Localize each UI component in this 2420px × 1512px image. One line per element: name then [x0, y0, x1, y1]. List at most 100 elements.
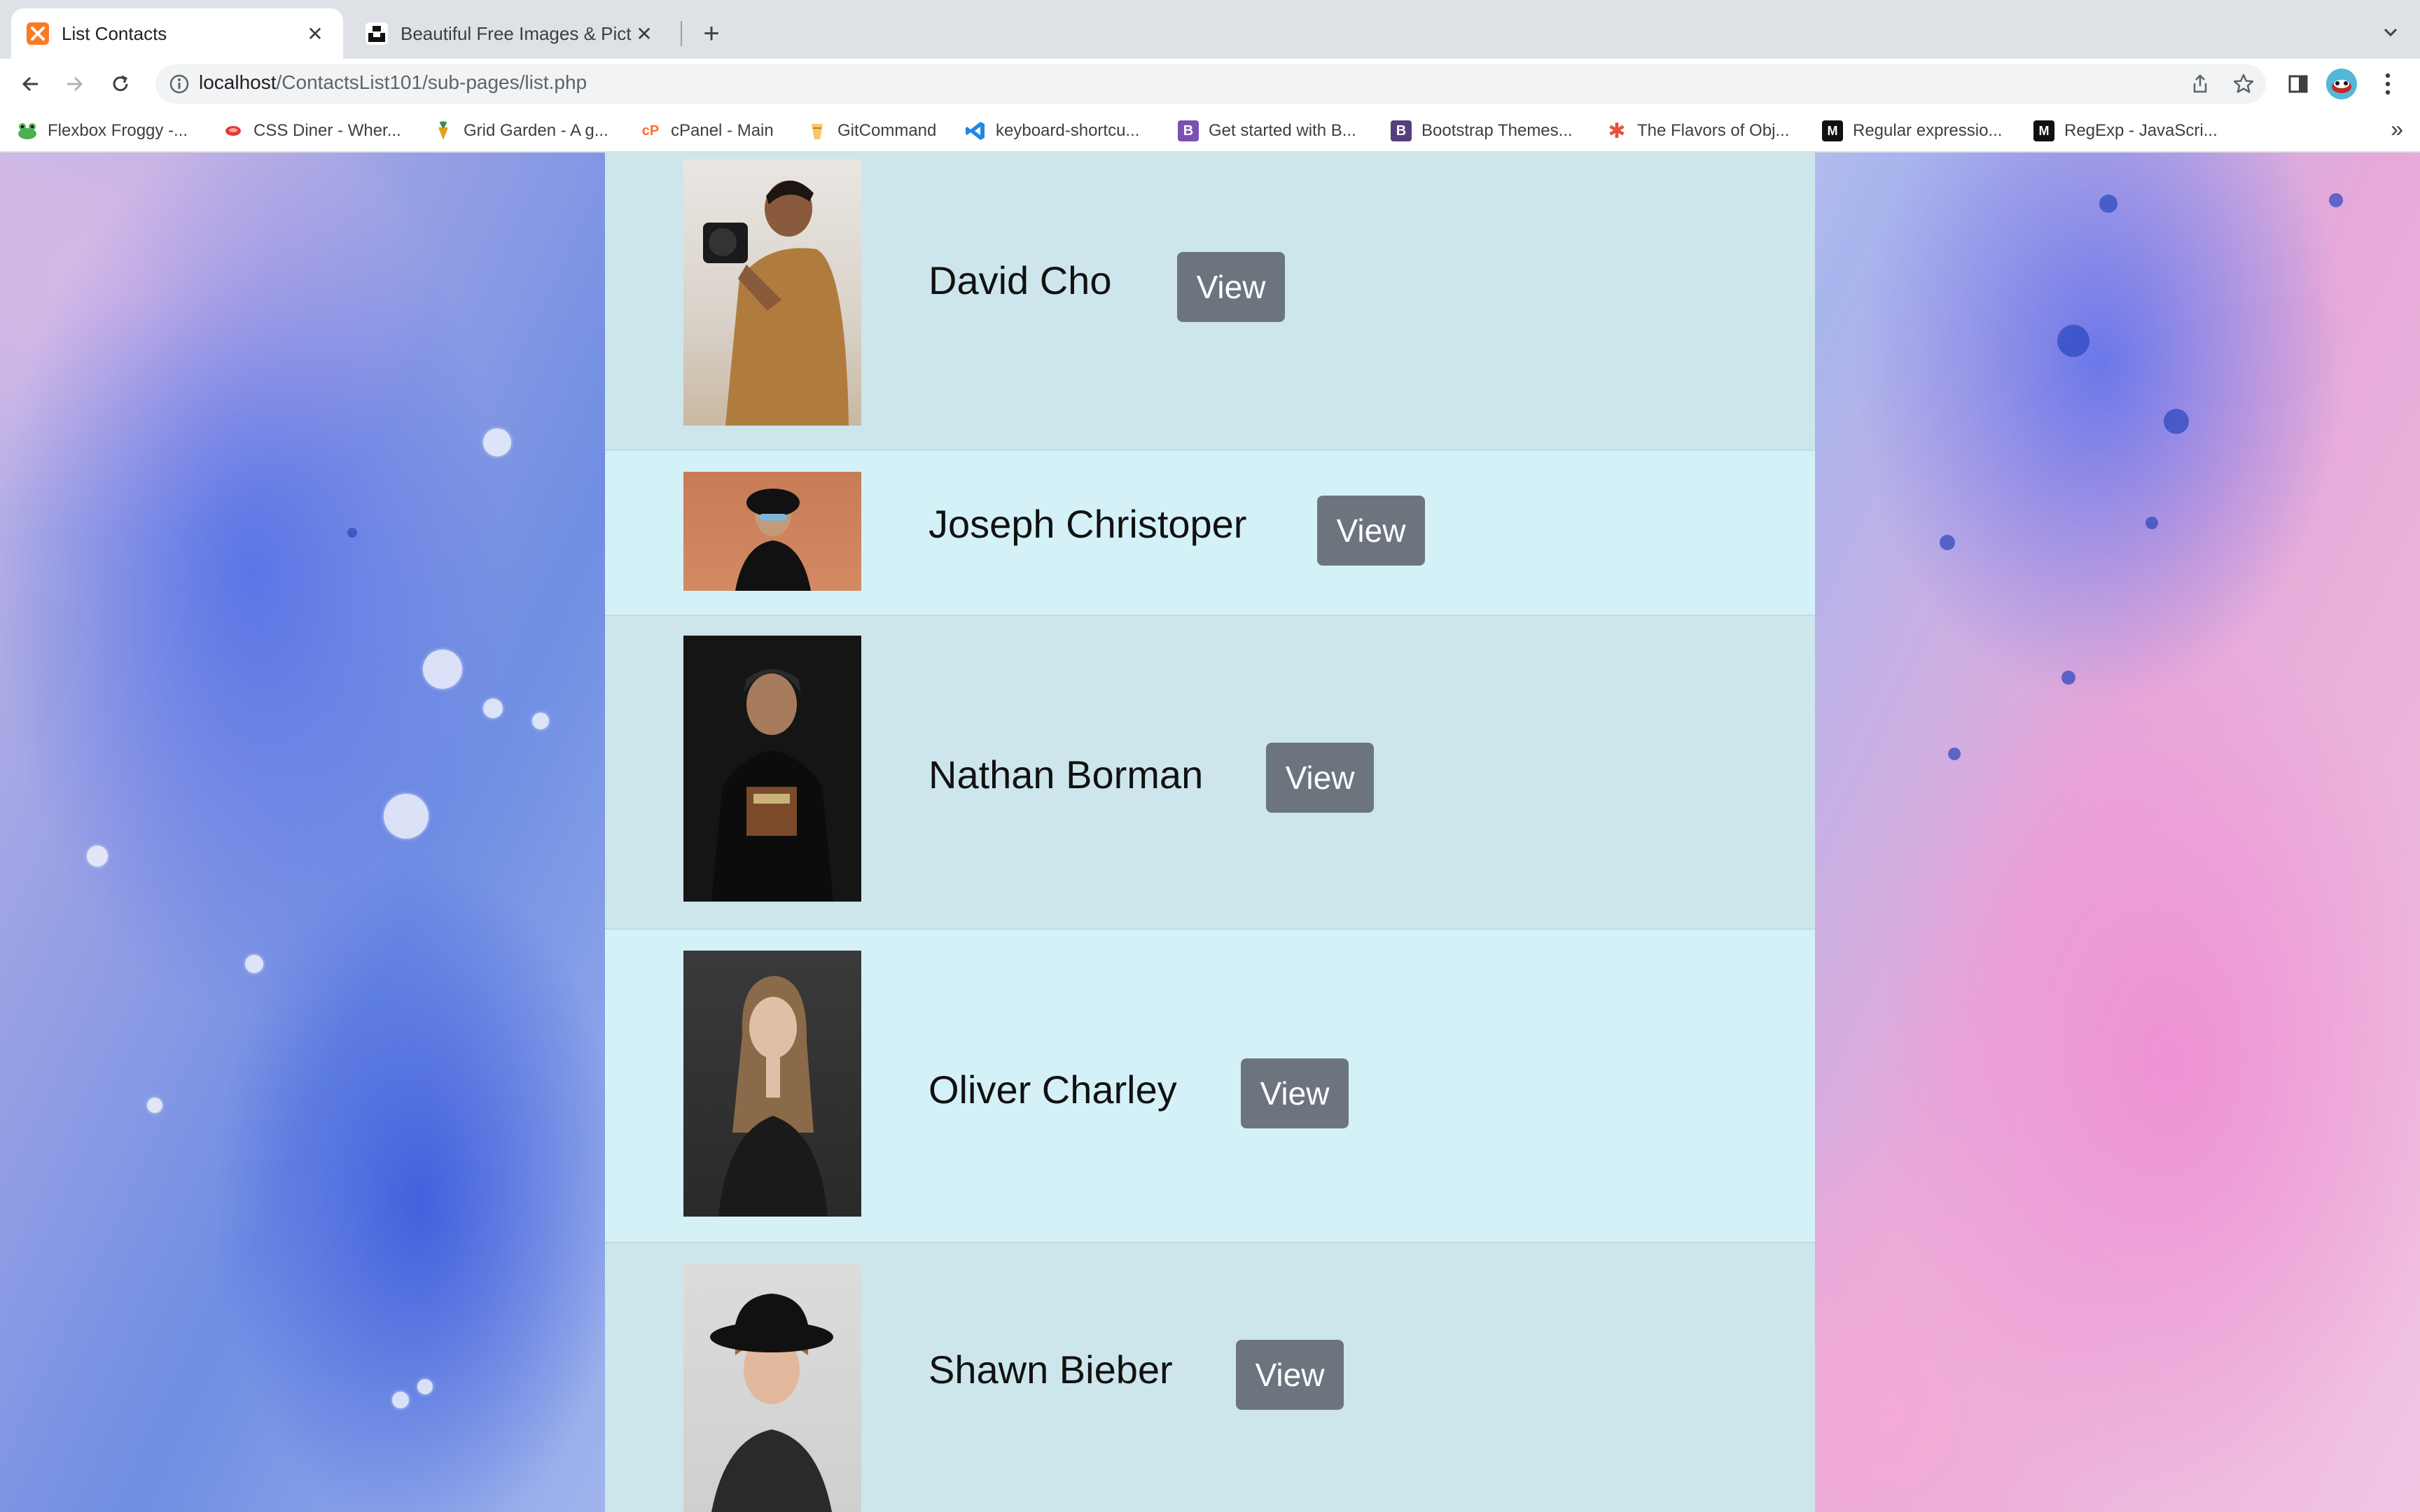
- bookmarks-overflow-button[interactable]: »: [2391, 116, 2403, 142]
- url-path: /ContactsList101/sub-pages/list.php: [276, 71, 587, 93]
- bubble-decoration: [2146, 517, 2158, 529]
- browser-toolbar: localhost/ContactsList101/sub-pages/list…: [0, 59, 2420, 109]
- bootstrap-icon: B: [1178, 120, 1199, 141]
- close-icon[interactable]: ✕: [302, 21, 328, 46]
- bubble-decoration: [147, 1098, 162, 1113]
- bookmark-regexp-javascript[interactable]: M RegExp - JavaScri...: [2033, 119, 2218, 143]
- view-contact-button[interactable]: View: [1317, 496, 1425, 566]
- more-vert-icon[interactable]: [2371, 67, 2405, 101]
- bookmark-label: Get started with B...: [1209, 121, 1356, 140]
- bookmark-label: The Flavors of Obj...: [1637, 121, 1790, 140]
- bubble-decoration: [2099, 195, 2118, 213]
- tab-title: List Contacts: [62, 22, 167, 44]
- bookmark-get-started-bootstrap[interactable]: B Get started with B...: [1178, 119, 1356, 143]
- vscode-icon: [965, 120, 986, 141]
- contact-photo: [683, 636, 861, 902]
- contact-photo: [683, 951, 861, 1217]
- list-item: David Cho View: [605, 153, 1815, 451]
- list-item: Joseph Christoper View: [605, 451, 1815, 616]
- frog-icon: [17, 120, 38, 141]
- avatar[interactable]: [2326, 69, 2357, 99]
- contact-photo: [683, 1264, 861, 1512]
- list-item: Oliver Charley View: [605, 930, 1815, 1243]
- side-panel-icon[interactable]: [2281, 67, 2315, 101]
- url-text[interactable]: localhost/ContactsList101/sub-pages/list…: [199, 71, 587, 94]
- url-host: localhost: [199, 71, 277, 93]
- cpanel-icon: cP: [641, 122, 660, 139]
- xampp-icon: [27, 22, 49, 45]
- bubble-decoration: [532, 713, 549, 729]
- reload-icon[interactable]: [104, 67, 137, 101]
- bootstrap-icon: B: [1391, 120, 1412, 141]
- asterisk-icon: ✱: [1608, 119, 1626, 143]
- bubble-decoration: [1948, 748, 1961, 760]
- bookmark-grid-garden[interactable]: Grid Garden - A g...: [433, 119, 609, 143]
- bookmark-label: Grid Garden - A g...: [464, 121, 609, 140]
- bookmark-label: RegExp - JavaScri...: [2064, 121, 2218, 140]
- bubble-decoration: [245, 955, 263, 973]
- bookmark-cpanel[interactable]: cP cPanel - Main: [640, 119, 774, 143]
- bubble-decoration: [2164, 409, 2189, 434]
- bookmark-label: Regular expressio...: [1853, 121, 2003, 140]
- contact-name: Nathan Borman: [929, 752, 1204, 797]
- bubble-decoration: [1940, 535, 1955, 550]
- list-item: Nathan Borman View: [605, 616, 1815, 930]
- bookmark-label: CSS Diner - Wher...: [253, 121, 401, 140]
- plate-icon: [223, 120, 244, 141]
- star-icon[interactable]: [2230, 70, 2258, 98]
- forward-icon[interactable]: [57, 67, 91, 101]
- bookmark-css-diner[interactable]: CSS Diner - Wher...: [223, 119, 401, 143]
- bubble-decoration: [384, 794, 429, 839]
- bubble-decoration: [2061, 671, 2075, 685]
- page-background: David Cho View Joseph Christoper View Na…: [0, 153, 2420, 1512]
- git-icon: [807, 120, 828, 141]
- chevron-down-icon[interactable]: [2377, 18, 2405, 46]
- bookmark-bootstrap-themes[interactable]: B Bootstrap Themes...: [1391, 119, 1573, 143]
- view-contact-button[interactable]: View: [1177, 252, 1285, 322]
- new-tab-icon[interactable]: +: [695, 17, 728, 50]
- info-icon[interactable]: [168, 73, 190, 95]
- tab-unsplash[interactable]: Beautiful Free Images & Pictures ✕: [350, 8, 672, 59]
- bookmark-gitcommand[interactable]: GitCommand: [807, 119, 936, 143]
- contact-name: Shawn Bieber: [929, 1348, 1173, 1392]
- contact-name: Joseph Christoper: [929, 502, 1247, 546]
- contact-name: David Cho: [929, 258, 1112, 302]
- bubble-decoration: [483, 428, 511, 456]
- bubble-decoration: [417, 1379, 433, 1394]
- bookmark-keyboard-shortcuts[interactable]: keyboard-shortcu...: [965, 119, 1139, 143]
- bookmark-label: cPanel - Main: [671, 121, 774, 140]
- tab-title: Beautiful Free Images & Pictures: [401, 22, 632, 44]
- bookmark-label: keyboard-shortcu...: [996, 121, 1140, 140]
- list-item: Shawn Bieber View: [605, 1243, 1815, 1512]
- bookmark-flavors-of-obj[interactable]: ✱ The Flavors of Obj...: [1606, 119, 1789, 143]
- address-bar[interactable]: localhost/ContactsList101/sub-pages/list…: [155, 64, 2266, 104]
- tab-strip: List Contacts ✕ Beautiful Free Images & …: [0, 0, 2420, 59]
- view-contact-button[interactable]: View: [1241, 1058, 1349, 1128]
- contact-photo: [683, 472, 861, 591]
- bookmark-label: GitCommand: [837, 121, 937, 140]
- bubble-decoration: [2329, 193, 2343, 207]
- bookmark-regular-expressions[interactable]: M Regular expressio...: [1822, 119, 2002, 143]
- tab-list-contacts[interactable]: List Contacts ✕: [11, 8, 343, 59]
- bookmark-flexbox-froggy[interactable]: Flexbox Froggy -...: [17, 119, 188, 143]
- unsplash-icon: [366, 22, 388, 45]
- carrot-icon: [433, 120, 454, 141]
- view-contact-button[interactable]: View: [1236, 1340, 1344, 1410]
- contact-name: Oliver Charley: [929, 1068, 1177, 1112]
- bubble-decoration: [423, 650, 462, 689]
- share-icon[interactable]: [2186, 70, 2214, 98]
- contacts-list: David Cho View Joseph Christoper View Na…: [605, 153, 1815, 1512]
- view-contact-button[interactable]: View: [1266, 743, 1374, 813]
- bubble-decoration: [483, 699, 503, 718]
- bubble-decoration: [347, 528, 357, 538]
- mdn-icon: M: [1822, 120, 1843, 141]
- close-icon[interactable]: ✕: [632, 21, 657, 46]
- mdn-icon: M: [2033, 120, 2054, 141]
- bookmark-label: Flexbox Froggy -...: [48, 121, 188, 140]
- back-icon[interactable]: [14, 67, 48, 101]
- bookmarks-bar: Flexbox Froggy -... CSS Diner - Wher... …: [0, 109, 2420, 153]
- contact-photo: [683, 160, 861, 426]
- tab-separator: [681, 21, 682, 46]
- bubble-decoration: [2057, 325, 2089, 357]
- bubble-decoration: [87, 846, 108, 867]
